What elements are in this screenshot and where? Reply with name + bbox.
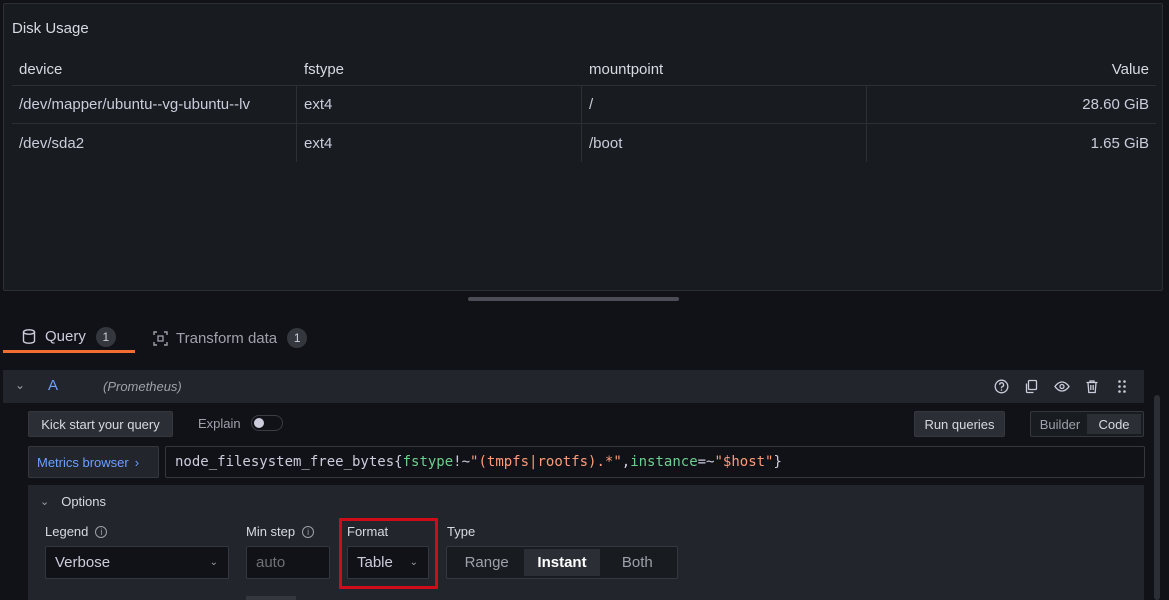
cell-device: /dev/mapper/ubuntu--vg-ubuntu--lv — [12, 86, 297, 123]
chevron-right-icon: › — [134, 454, 140, 470]
type-option-instant[interactable]: Instant — [524, 549, 600, 576]
duplicate-icon[interactable] — [1023, 378, 1040, 395]
tab-transform-data[interactable]: Transform data 1 — [152, 323, 308, 353]
expr-brace-close: } — [773, 454, 782, 470]
type-label-group: Type — [447, 524, 475, 539]
table-row: /dev/mapper/ubuntu--vg-ubuntu--lv ext4 /… — [12, 86, 1156, 124]
collapse-chevron-icon[interactable]: ⌄ — [15, 378, 25, 392]
expr-label-fstype: fstype — [402, 454, 454, 470]
cell-mountpoint: /boot — [582, 124, 867, 162]
mode-code-option[interactable]: Code — [1087, 414, 1141, 434]
chevron-down-icon: ⌄ — [209, 557, 218, 568]
tab-query-label: Query — [45, 328, 86, 345]
legend-value: Verbose — [55, 554, 111, 571]
next-field-edge — [246, 596, 296, 600]
explain-toggle[interactable] — [251, 415, 283, 431]
drag-handle-icon[interactable] — [1113, 378, 1130, 395]
help-icon[interactable] — [993, 378, 1010, 395]
transform-icon — [152, 330, 168, 346]
min-step-placeholder: auto — [256, 554, 286, 571]
chevron-down-icon: ⌄ — [40, 496, 50, 508]
query-ref-id[interactable]: A — [48, 377, 58, 394]
panel-resize-handle[interactable] — [468, 297, 679, 301]
tab-query[interactable]: Query 1 — [3, 323, 135, 353]
expr-comma: , — [621, 454, 631, 470]
tab-transform-label: Transform data — [176, 329, 278, 347]
column-header-value[interactable]: Value — [867, 54, 1156, 85]
eye-icon[interactable] — [1053, 378, 1070, 395]
tab-transform-count: 1 — [287, 328, 308, 348]
cell-value: 28.60 GiB — [1082, 96, 1149, 113]
expr-value-fstype: "(tmpfs|rootfs).*" — [470, 454, 622, 470]
table-header-row: device fstype mountpoint Value — [12, 54, 1156, 86]
editor-mode-switch: Builder Code — [1030, 411, 1144, 437]
min-step-input[interactable]: auto — [246, 546, 330, 579]
type-label: Type — [447, 524, 476, 539]
cell-fstype: ext4 — [297, 86, 582, 123]
cell-mountpoint: / — [582, 86, 867, 123]
expr-label-instance: instance — [630, 454, 698, 470]
expr-brace-open: { — [394, 454, 403, 470]
info-icon[interactable]: i — [302, 525, 315, 538]
panel-title: Disk Usage — [12, 20, 89, 37]
query-row-header[interactable]: ⌄ A (Prometheus) — [3, 370, 1144, 403]
column-header-fstype[interactable]: fstype — [297, 54, 582, 85]
min-step-label: Min step — [246, 524, 296, 539]
query-editor[interactable]: node_filesystem_free_bytes{fstype !~ "(tmp… — [165, 446, 1145, 478]
metrics-browser-label: Metrics browser — [37, 454, 129, 470]
cell-value: 1.65 GiB — [1090, 134, 1149, 152]
run-queries-button[interactable]: Run queries — [914, 411, 1005, 437]
column-header-mountpoint[interactable]: mountpoint — [582, 54, 867, 85]
expr-value-instance: "$host" — [714, 454, 774, 470]
expr-operator: =~ — [697, 454, 715, 470]
database-icon — [21, 329, 37, 345]
query-actions — [993, 378, 1130, 395]
table-row: /dev/sda2 ext4 /boot 1.65 GiB — [12, 124, 1156, 162]
tab-query-count: 1 — [95, 326, 116, 347]
explain-label: Explain — [198, 416, 241, 431]
editor-scrollbar[interactable] — [1154, 395, 1160, 600]
trash-icon[interactable] — [1083, 378, 1100, 395]
options-toggle[interactable]: ⌄ Options — [40, 494, 106, 509]
query-datasource: (Prometheus) — [103, 379, 182, 394]
legend-select[interactable]: Verbose ⌄ — [45, 546, 229, 579]
metrics-browser-button[interactable]: Metrics browser › — [28, 446, 159, 478]
column-header-device[interactable]: device — [12, 54, 297, 85]
type-radio-group: Range Instant Both — [446, 546, 678, 579]
disk-usage-panel: Disk Usage device fstype mountpoint Valu… — [3, 3, 1163, 291]
type-option-both[interactable]: Both — [600, 549, 675, 576]
format-highlight-box — [339, 518, 438, 589]
expr-metric: node_filesystem_free_bytes — [175, 454, 395, 470]
cell-fstype: ext4 — [297, 124, 582, 162]
data-table: device fstype mountpoint Value /dev/mapp… — [12, 54, 1156, 162]
kick-start-query-button[interactable]: Kick start your query — [28, 411, 173, 437]
expr-operator: !~ — [453, 454, 471, 470]
type-option-range[interactable]: Range — [449, 549, 524, 576]
info-icon[interactable]: i — [95, 525, 108, 538]
legend-label-group: Legend i — [45, 524, 108, 539]
min-step-label-group: Min step i — [246, 524, 315, 539]
legend-label: Legend — [45, 524, 89, 539]
cell-device: /dev/sda2 — [12, 124, 297, 162]
options-header: Options — [61, 494, 107, 509]
mode-builder-option[interactable]: Builder — [1033, 414, 1087, 434]
options-section: ⌄ Options — [28, 485, 1144, 600]
